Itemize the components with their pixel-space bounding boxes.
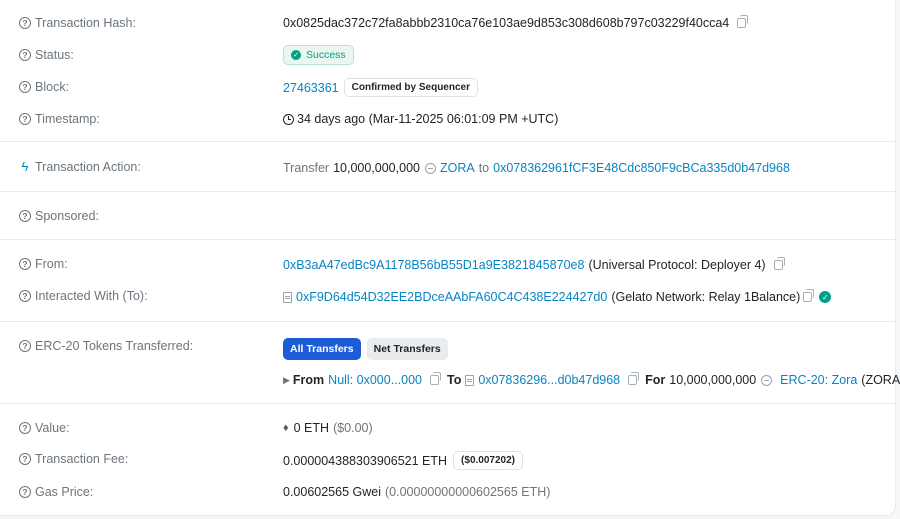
question-circle-icon[interactable]: ? — [19, 486, 31, 498]
sponsored-label-wrap: ? Sponsored: — [19, 209, 99, 223]
erc20-transfer-line: ▶ From Null: 0x000...000 To 0x07836296..… — [283, 372, 900, 387]
action-label-wrap: ϟ Transaction Action: — [19, 159, 141, 174]
from-value-wrap: 0xB3aA47edBc9A1178B56bB55D1a9E3821845870… — [283, 257, 785, 272]
gas-label: Gas Price: — [35, 485, 94, 499]
erc20-label: ERC-20 Tokens Transferred: — [35, 339, 194, 353]
from-label: From: — [35, 257, 68, 271]
erc20-from-link[interactable]: Null: 0x000...000 — [328, 373, 422, 387]
divider — [0, 141, 895, 142]
question-circle-icon[interactable]: ? — [19, 81, 31, 93]
erc20-token-link[interactable]: ERC-20: Zora — [780, 373, 857, 387]
ethereum-icon: ♦ — [283, 422, 289, 434]
erc20-amount: 10,000,000,000 — [669, 373, 757, 387]
erc20-token-symbol: (ZORA) — [861, 373, 900, 387]
block-number-link[interactable]: 27463361 — [283, 81, 339, 95]
copy-icon[interactable] — [628, 372, 640, 385]
fee-label: Transaction Fee: — [35, 452, 129, 466]
question-circle-icon[interactable]: ? — [19, 210, 31, 222]
action-label: Transaction Action: — [35, 159, 141, 174]
divider — [0, 403, 895, 404]
value-label: Value: — [35, 421, 70, 435]
divider — [0, 321, 895, 322]
gas-eth: (0.00000000000602565 ETH) — [385, 485, 551, 499]
question-circle-icon[interactable]: ? — [19, 340, 31, 352]
file-icon — [465, 374, 475, 386]
erc20-label-wrap: ? ERC-20 Tokens Transferred: — [19, 339, 193, 353]
action-value-wrap: Transfer 10,000,000,000 ZORA to 0x078362… — [283, 161, 790, 175]
copy-icon[interactable] — [803, 289, 815, 302]
gas-value-wrap: 0.00602565 Gwei (0.00000000000602565 ETH… — [283, 485, 550, 499]
block-value-wrap: 27463361 Confirmed by Sequencer — [283, 78, 478, 97]
gas-gwei: 0.00602565 Gwei — [283, 485, 381, 499]
status-badge: ✓ Success — [283, 45, 354, 65]
question-circle-icon[interactable]: ? — [19, 17, 31, 29]
copy-icon[interactable] — [737, 15, 749, 28]
value-usd: ($0.00) — [333, 421, 373, 435]
lightning-icon: ϟ — [21, 159, 29, 174]
divider — [0, 239, 895, 240]
action-to-word: to — [478, 161, 490, 175]
action-amount: 10,000,000,000 — [333, 161, 420, 175]
interacted-value-wrap: 0xF9D64d54D32EE2BDceAAbFA60C4C438E224427… — [283, 289, 832, 304]
from-address-link[interactable]: 0xB3aA47edBc9A1178B56bB55D1a9E3821845870… — [283, 258, 584, 272]
fee-value-wrap: 0.000004388303906521 ETH ($0.007202) — [283, 451, 523, 470]
tab-all-transfers[interactable]: All Transfers — [283, 338, 361, 360]
interacted-label-wrap: ? Interacted With (To): — [19, 289, 148, 303]
question-circle-icon[interactable]: ? — [19, 453, 31, 465]
tab-net-transfers[interactable]: Net Transfers — [366, 338, 448, 360]
action-to-address-link[interactable]: 0x078362961fCF3E48Cdc850F9cBCa335d0b47d9… — [493, 161, 790, 175]
status-label-wrap: ? Status: — [19, 48, 74, 62]
block-label-wrap: ? Block: — [19, 80, 69, 94]
file-icon — [283, 291, 292, 303]
tx-hash-label-wrap: ? Transaction Hash: — [19, 16, 136, 30]
tx-hash-label: Transaction Hash: — [35, 16, 136, 30]
timestamp-label: Timestamp: — [35, 112, 100, 126]
fee-eth: 0.000004388303906521 ETH — [283, 453, 448, 468]
timestamp-value-wrap: 34 days ago (Mar-11-2025 06:01:09 PM +UT… — [283, 112, 558, 126]
fee-usd-badge: ($0.007202) — [453, 451, 523, 470]
token-icon — [761, 374, 773, 386]
block-label: Block: — [35, 80, 70, 94]
action-prefix: Transfer — [283, 161, 330, 175]
tx-hash-value: 0x0825dac372c72fa8abbb2310ca76e103ae9d85… — [283, 16, 730, 30]
action-token-link[interactable]: ZORA — [440, 161, 475, 175]
erc20-to-word: To — [446, 373, 462, 387]
question-circle-icon[interactable]: ? — [19, 113, 31, 125]
from-label-wrap: ? From: — [19, 257, 68, 271]
question-circle-icon[interactable]: ? — [19, 422, 31, 434]
value-value-wrap: ♦ 0 ETH ($0.00) — [283, 421, 373, 435]
erc20-tabs: All Transfers Net Transfers — [283, 338, 448, 360]
tx-hash-value-wrap: 0x0825dac372c72fa8abbb2310ca76e103ae9d85… — [283, 15, 749, 30]
sponsored-label: Sponsored: — [35, 209, 99, 223]
copy-icon[interactable] — [773, 257, 785, 270]
clock-icon — [283, 113, 294, 125]
interacted-address-link[interactable]: 0xF9D64d54D32EE2BDceAAbFA60C4C438E224427… — [296, 290, 607, 304]
interacted-name: (Gelato Network: Relay 1Balance) — [611, 290, 801, 304]
erc20-from-word: From — [292, 373, 325, 387]
question-circle-icon[interactable]: ? — [19, 258, 31, 270]
confirmed-badge: Confirmed by Sequencer — [343, 78, 478, 97]
interacted-label: Interacted With (To): — [35, 289, 148, 303]
token-icon — [424, 162, 436, 174]
status-text: Success — [306, 49, 346, 61]
status-label: Status: — [35, 48, 74, 62]
question-circle-icon[interactable]: ? — [19, 49, 31, 61]
transaction-details-card: ? Transaction Hash: 0x0825dac372c72fa8ab… — [0, 0, 900, 516]
erc20-to-link[interactable]: 0x07836296...d0b47d968 — [478, 373, 620, 387]
from-name: (Universal Protocol: Deployer 4) — [588, 258, 766, 272]
copy-icon[interactable] — [429, 372, 441, 385]
check-circle-icon: ✓ — [819, 291, 832, 303]
caret-right-icon: ▶ — [283, 374, 290, 385]
erc20-for-word: For — [645, 373, 666, 387]
value-label-wrap: ? Value: — [19, 421, 70, 435]
check-circle-icon: ✓ — [291, 50, 301, 60]
question-circle-icon[interactable]: ? — [19, 290, 31, 302]
timestamp-value: 34 days ago (Mar-11-2025 06:01:09 PM +UT… — [297, 112, 559, 126]
status-value-wrap: ✓ Success — [283, 45, 354, 65]
timestamp-label-wrap: ? Timestamp: — [19, 112, 100, 126]
value-eth: 0 ETH — [293, 421, 330, 435]
divider — [0, 191, 895, 192]
fee-label-wrap: ? Transaction Fee: — [19, 452, 128, 466]
gas-label-wrap: ? Gas Price: — [19, 485, 93, 499]
